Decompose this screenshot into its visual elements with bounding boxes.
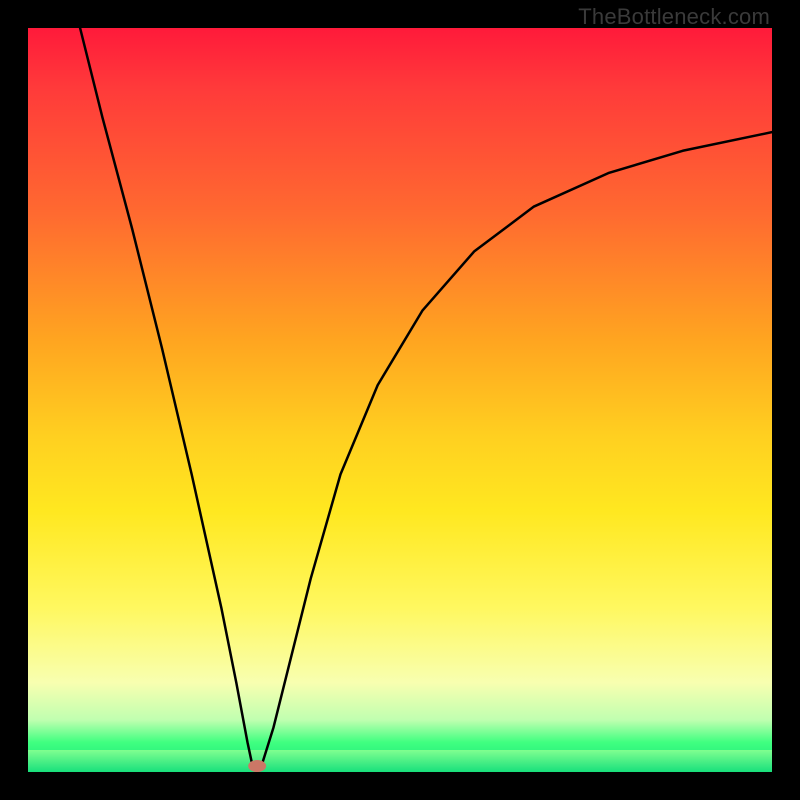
curve-right-branch (262, 132, 772, 763)
bottleneck-curve (28, 28, 772, 772)
watermark-text: TheBottleneck.com (578, 4, 770, 30)
curve-left-branch (80, 28, 253, 767)
chart-frame: TheBottleneck.com (0, 0, 800, 800)
plot-area (28, 28, 772, 772)
optimal-point-marker (248, 760, 266, 772)
